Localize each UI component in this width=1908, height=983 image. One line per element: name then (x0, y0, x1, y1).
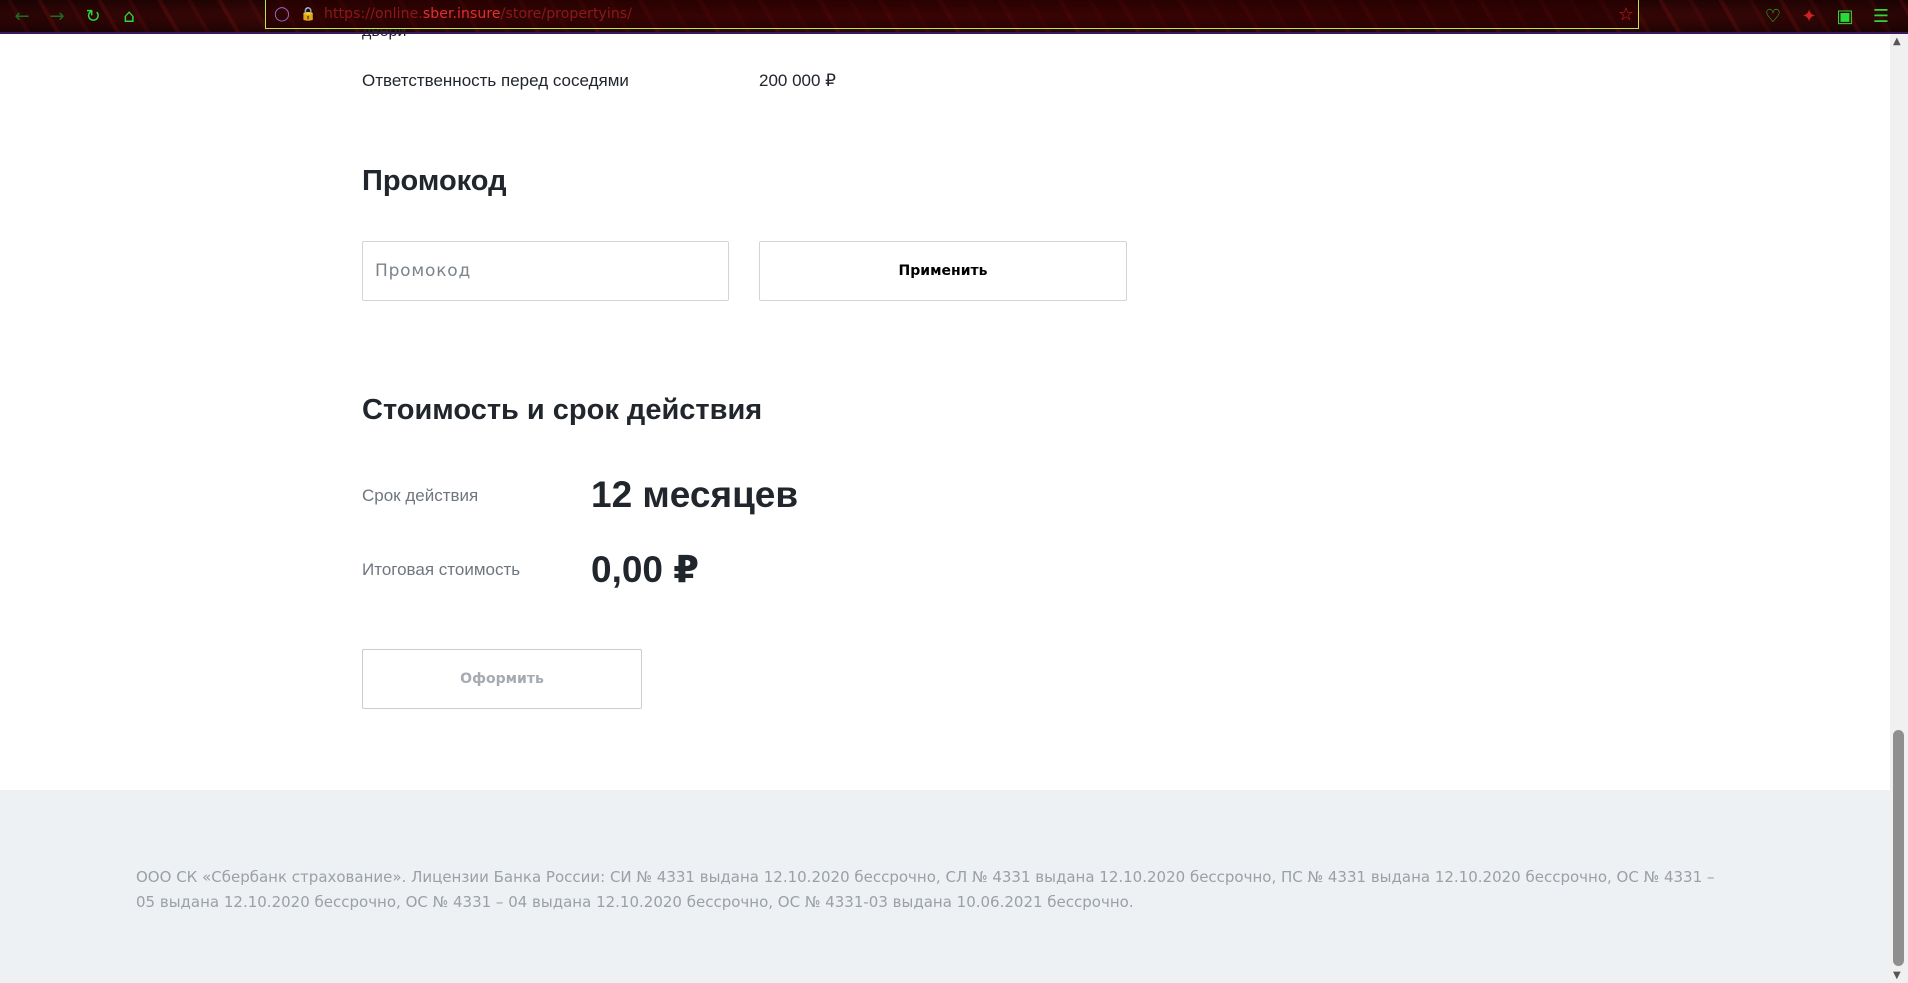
browser-toolbar: ← → ↻ ⌂ ◯ 🔒 https://online.sber.insure/s… (0, 0, 1908, 34)
arrow-left-icon[interactable]: ← (10, 4, 34, 28)
footer: ООО СК «Сбербанк страхование». Лицензии … (0, 790, 1890, 983)
shield-icon[interactable]: ◯ (274, 6, 290, 22)
url-bar[interactable]: ◯ 🔒 https://online.sber.insure/store/pro… (265, 0, 1639, 29)
url-path: /store/propertyins/ (500, 6, 633, 22)
scroll-down-icon[interactable]: ▼ (1893, 970, 1901, 981)
url-domain: sber.insure (422, 6, 501, 22)
page-scrollbar[interactable]: ▲ ▼ (1890, 34, 1908, 983)
submit-order-button[interactable]: Оформить (362, 649, 642, 709)
coverage-label-neighbors: Ответственность перед соседями (362, 71, 629, 90)
scroll-up-icon[interactable]: ▲ (1893, 36, 1901, 47)
scrollbar-thumb[interactable] (1893, 730, 1904, 966)
url-prefix: https://online. (324, 6, 423, 22)
footer-legal-text: ООО СК «Сбербанк страхование». Лицензии … (136, 868, 1715, 911)
apply-promo-button[interactable]: Применить (759, 241, 1127, 301)
lock-icon[interactable]: 🔒 (300, 6, 316, 22)
url-text[interactable]: https://online.sber.insure/store/propert… (324, 6, 632, 22)
total-cost-label: Итоговая стоимость (362, 560, 521, 579)
arrow-right-icon[interactable]: → (45, 4, 69, 28)
hamburger-menu-icon[interactable]: ☰ (1869, 4, 1893, 28)
pocket-icon[interactable]: ♡ (1761, 4, 1785, 28)
promo-heading: Промокод (362, 165, 507, 197)
term-label: Срок действия (362, 486, 479, 505)
promo-code-input[interactable] (362, 241, 729, 301)
coverage-value-neighbors: 200 000 ₽ (759, 71, 836, 90)
addon-icon[interactable]: ✦ (1797, 4, 1821, 28)
puzzle-icon[interactable]: ▣ (1833, 4, 1857, 28)
cost-heading: Стоимость и срок действия (362, 394, 763, 426)
star-icon[interactable]: ☆ (1618, 4, 1634, 25)
reload-icon[interactable]: ↻ (81, 4, 105, 28)
home-icon[interactable]: ⌂ (117, 4, 141, 28)
term-value: 12 месяцев (591, 474, 799, 515)
total-cost-value: 0,00 ₽ (591, 549, 700, 590)
